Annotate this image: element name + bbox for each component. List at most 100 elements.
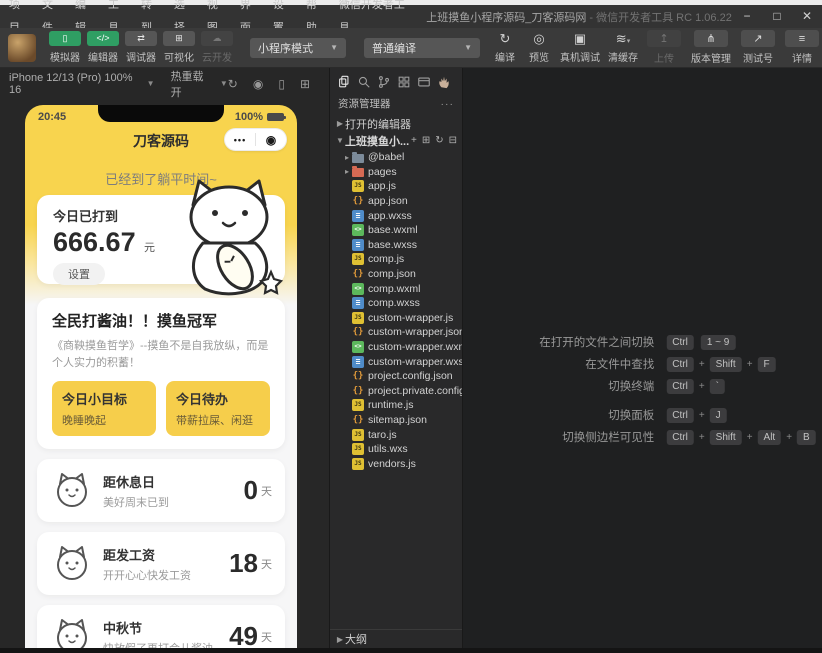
toolbar-mode-button[interactable]: ⇄ 调试器: [122, 31, 160, 64]
shortcut-row: 在打开的文件之间切换 Ctrl 1 ~ 9: [469, 334, 815, 350]
editor-area[interactable]: 在打开的文件之间切换 Ctrl 1 ~ 9 在文件中查找 Ctrl + Shift + F…: [463, 68, 822, 648]
git-branch-icon[interactable]: [375, 73, 392, 90]
file-tree-row[interactable]: comp.wxss: [330, 296, 462, 311]
cloud-dev-icon: ☁: [201, 31, 233, 46]
open-editors-label: 打开的编辑器: [345, 118, 411, 131]
collapse-all-icon[interactable]: ⊟: [449, 135, 457, 146]
file-tree-row[interactable]: utils.wxs: [330, 442, 462, 457]
window-title-suffix: - 微信开发者工具 RC 1.06.2206271: [589, 11, 732, 24]
countdown-card[interactable]: 中秋节 快放假了再打会儿酱油 49 天: [37, 605, 285, 648]
project-section[interactable]: ▼ 上班摸鱼小... + ⊞ ↻ ⊟: [330, 132, 462, 149]
file-tree-row[interactable]: runtime.js: [330, 398, 462, 413]
multi-window-icon[interactable]: ⊞: [300, 77, 310, 91]
toolbar-action-button[interactable]: ↻ 编译: [488, 31, 522, 64]
minimize-button[interactable]: −: [732, 5, 762, 28]
editor-icon: </>: [87, 31, 119, 46]
user-avatar[interactable]: [8, 33, 36, 62]
file-type-icon: [352, 268, 364, 280]
more-menu-icon[interactable]: •••: [225, 135, 255, 145]
earning-unit: 元: [144, 242, 156, 254]
toolbar-button-label: 清缓存: [608, 53, 638, 64]
file-tree-row[interactable]: app.js: [330, 179, 462, 194]
battery-percent: 100%: [234, 111, 263, 123]
device-selector[interactable]: iPhone 12/13 (Pro) 100% 16: [9, 72, 143, 96]
toolbar-right-button[interactable]: ↗ 测试号: [736, 30, 780, 65]
file-tree-row[interactable]: ▸ pages: [330, 165, 462, 180]
new-file-icon[interactable]: +: [411, 135, 417, 146]
cat-icon: [57, 618, 87, 648]
file-type-icon: [352, 151, 364, 163]
file-name: app.wxss: [368, 209, 412, 222]
more-actions-icon[interactable]: ···: [441, 98, 455, 110]
file-tree-row[interactable]: ▸ @babel: [330, 150, 462, 165]
file-tree-row[interactable]: sitemap.json: [330, 413, 462, 428]
slogan-card: 全民打酱油！！摸鱼冠军 《商鞅摸鱼哲学》--摸鱼不是自我放纵，而是个人实力的积蓄…: [37, 298, 285, 450]
countdown-card[interactable]: 距发工资 开开心心快发工资 18 天: [37, 532, 285, 596]
bottom-edge-strip: [0, 648, 822, 653]
countdown-unit: 天: [261, 631, 272, 644]
file-tree-row[interactable]: base.wxml: [330, 223, 462, 238]
shortcut-hints: 在打开的文件之间切换 Ctrl 1 ~ 9 在文件中查找 Ctrl + Shift + F…: [469, 334, 816, 451]
file-tree-row[interactable]: app.wxss: [330, 208, 462, 223]
toolbar-action-button[interactable]: ◎ 预览: [522, 31, 556, 64]
shortcut-label: 切换侧边栏可见性: [562, 432, 655, 444]
panel-icon[interactable]: [415, 73, 432, 90]
file-type-icon: [352, 297, 364, 310]
file-tree-row[interactable]: comp.json: [330, 267, 462, 282]
toolbar-right-button[interactable]: ⋔ 版本管理: [686, 30, 736, 65]
toolbar-mode-button[interactable]: ⊞ 可视化: [160, 31, 198, 64]
toolbar-mode-button[interactable]: ▯ 模拟器: [46, 31, 84, 64]
extensions-icon[interactable]: [395, 73, 412, 90]
toolbar-action-button[interactable]: ▣ 真机调试: [556, 31, 604, 64]
file-tree-row[interactable]: custom-wrapper.js: [330, 311, 462, 326]
open-editors-section[interactable]: ▶ 打开的编辑器: [330, 115, 462, 132]
close-button[interactable]: ✕: [792, 5, 822, 28]
toolbar-mode-button[interactable]: ☁ 云开发: [198, 31, 236, 64]
compile-dropdown-value: 普通编译: [372, 42, 416, 55]
rotate-refresh-icon[interactable]: ↻: [228, 77, 238, 91]
file-tree-row[interactable]: custom-wrapper.json: [330, 325, 462, 340]
capsule-menu: ••• ◉: [224, 128, 287, 151]
files-icon[interactable]: [335, 73, 352, 90]
minimize-target-icon[interactable]: ◉: [256, 133, 286, 147]
search-icon[interactable]: [355, 73, 372, 90]
file-tree-row[interactable]: comp.js: [330, 252, 462, 267]
new-folder-icon[interactable]: ⊞: [422, 135, 430, 146]
file-type-icon: [352, 370, 364, 382]
countdown-card[interactable]: 距休息日 美好周末已到 0 天: [37, 459, 285, 523]
goal-title: 今日待办: [176, 392, 229, 408]
file-tree-row[interactable]: project.config.json: [330, 369, 462, 384]
mode-dropdown[interactable]: 小程序模式 ▼: [250, 37, 346, 58]
outline-section[interactable]: ▶ 大纲: [330, 629, 462, 648]
hand-icon[interactable]: [435, 73, 452, 90]
file-tree-row[interactable]: base.wxss: [330, 238, 462, 253]
countdown-list: 距休息日 美好周末已到 0 天 距发工资 开开心心快发工资 18 天 中秋节 4…: [25, 459, 297, 648]
file-tree-row[interactable]: custom-wrapper.wxml: [330, 340, 462, 355]
file-tree-row[interactable]: app.json: [330, 194, 462, 209]
goal-box[interactable]: 今日待办 带薪拉屎、闲逛: [166, 381, 270, 437]
simulator-header-icons: ↻ ◉ ▯ ⊞: [228, 77, 320, 91]
toolbar-button-label: 可视化: [164, 53, 194, 64]
file-type-icon: [352, 443, 364, 456]
toolbar-right-button[interactable]: ↥ 上传: [642, 30, 686, 65]
maximize-button[interactable]: □: [762, 5, 792, 28]
device-frame-icon[interactable]: ▯: [278, 77, 285, 91]
record-icon[interactable]: ◉: [253, 77, 263, 91]
file-type-icon: [352, 238, 364, 251]
compile-dropdown[interactable]: 普通编译 ▼: [364, 37, 480, 58]
explorer-panel: 资源管理器 ··· ▶ 打开的编辑器 ▼ 上班摸鱼小... + ⊞ ↻ ⊟ ▸ @ba…: [330, 68, 463, 648]
countdown-days: 18: [229, 548, 258, 579]
file-tree-row[interactable]: comp.wxml: [330, 281, 462, 296]
toolbar-mode-button[interactable]: </> 编辑器: [84, 31, 122, 64]
goal-box[interactable]: 今日小目标 晚睡晚起: [52, 381, 156, 437]
file-tree-row[interactable]: taro.js: [330, 427, 462, 442]
hot-reload-toggle[interactable]: 热重载 开: [171, 68, 216, 100]
file-tree-row[interactable]: custom-wrapper.wxss: [330, 354, 462, 369]
refresh-explorer-icon[interactable]: ↻: [435, 135, 443, 146]
toolbar-action-button[interactable]: ≋▾ 清缓存: [604, 31, 642, 64]
settings-button[interactable]: 设置: [53, 263, 105, 285]
toolbar-right-button[interactable]: ≡ 详情: [780, 30, 822, 65]
file-type-icon: [352, 385, 364, 397]
file-tree-row[interactable]: project.private.config.js…: [330, 384, 462, 399]
file-tree-row[interactable]: vendors.js: [330, 456, 462, 471]
